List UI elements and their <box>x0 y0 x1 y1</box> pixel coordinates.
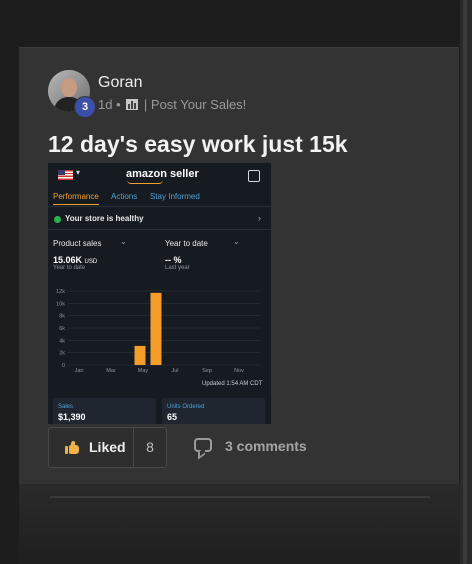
y-tick-label: 4k <box>59 338 65 344</box>
avatar-face <box>61 78 77 97</box>
liked-label: Liked <box>89 439 126 455</box>
tab-actions: Actions <box>111 192 138 201</box>
y-tick-label: 6k <box>59 326 65 332</box>
level-badge: 3 <box>74 96 96 118</box>
chevron-down-icon: ⌄ <box>120 237 127 246</box>
post-meta: 1d • | Post Your Sales! <box>98 97 246 112</box>
y-tick-label: 10k <box>56 301 65 307</box>
units-box-value: 65 <box>167 412 178 422</box>
y-tick-label: 8k <box>59 314 65 320</box>
us-flag-icon <box>58 170 73 180</box>
post-age[interactable]: 1d <box>98 97 112 112</box>
metric-select: Product sales <box>53 239 102 248</box>
author-name[interactable]: Goran <box>98 74 142 92</box>
like-count[interactable]: 8 <box>134 439 166 455</box>
y-tick-label: 12k <box>56 289 65 295</box>
bar <box>134 345 146 365</box>
sales-subtitle: Year to date <box>53 265 86 271</box>
comparison-value: -- % <box>165 255 182 265</box>
x-tick-label: May <box>138 368 149 374</box>
amazon-seller-logo: amazon seller <box>126 168 199 180</box>
post-image[interactable]: ▾ amazon seller Performance Actions Stay… <box>48 163 271 424</box>
units-box-label: Units Ordered <box>167 404 205 410</box>
product-sales-value: 15.06K USD <box>53 255 97 265</box>
period-select: Year to date <box>165 239 208 248</box>
scrollbar-thumb[interactable] <box>463 0 467 564</box>
sales-unit: USD <box>84 259 98 265</box>
sales-box-value: $1,390 <box>58 412 86 422</box>
y-tick-label: 0 <box>62 363 65 369</box>
sales-box-label: Sales <box>58 404 74 410</box>
thumbs-up-icon <box>65 440 79 454</box>
chevron-down-icon: ⌄ <box>233 237 240 246</box>
comparison-subtitle: Last year <box>165 265 190 271</box>
seller-tabs: Performance Actions Stay Informed <box>48 186 271 207</box>
updated-timestamp: Updated 1:54 AM CDT <box>202 381 263 387</box>
check-circle-icon <box>54 216 61 223</box>
tab-stay-informed: Stay Informed <box>150 192 200 201</box>
group-link[interactable]: | Post Your Sales! <box>144 97 246 112</box>
tab-performance: Performance <box>53 192 99 205</box>
next-post-divider <box>50 496 430 498</box>
units-summary-box: Units Ordered 65 <box>162 398 265 424</box>
y-tick-label: 2k <box>59 351 65 357</box>
comment-icon[interactable] <box>194 438 212 452</box>
store-health-text: Your store is healthy <box>65 214 144 223</box>
store-health-row: Your store is healthy › <box>48 211 271 230</box>
post-title: 12 day's easy work just 15k <box>48 131 348 157</box>
category-chart-icon <box>126 99 139 110</box>
sales-summary-box: Sales $1,390 <box>53 398 156 424</box>
x-tick-label: Jul <box>171 368 178 374</box>
x-tick-label: Jan <box>75 368 84 374</box>
amazon-smile-logo <box>127 180 163 184</box>
sales-bar-chart: 0 2k 4k 6k 8k 10k 12k Jan Mar May Jul Sep Nov <box>56 289 260 374</box>
x-tick-label: Mar <box>106 368 116 374</box>
chevron-right-icon: › <box>258 213 261 223</box>
meta-separator: • <box>116 97 121 112</box>
like-button[interactable]: Liked 8 <box>48 427 167 468</box>
scan-icon <box>248 170 260 182</box>
comments-link[interactable]: 3 comments <box>225 438 307 454</box>
x-tick-label: Sep <box>202 368 212 374</box>
chevron-down-icon: ▾ <box>76 168 81 177</box>
sales-amount: 15.06K <box>53 255 83 265</box>
x-tick-label: Nov <box>234 368 244 374</box>
bar <box>150 292 162 365</box>
